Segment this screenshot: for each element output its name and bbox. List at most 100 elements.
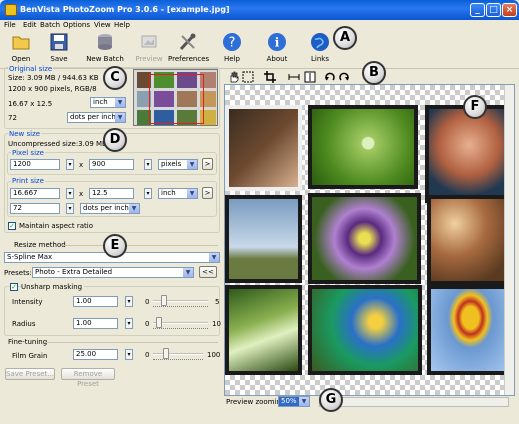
divider	[62, 245, 218, 246]
horizontal-scrollbar[interactable]	[319, 397, 509, 407]
resize-method-value: S-Spline Max	[7, 253, 53, 261]
pixel-size-apply-button[interactable]: >	[202, 158, 213, 170]
pixel-width-input[interactable]: 1200	[10, 159, 60, 170]
film-grain-label: Film Grain	[12, 352, 48, 360]
menu-edit[interactable]: Edit	[23, 21, 37, 29]
preview-toolbar	[224, 70, 364, 84]
menu-file[interactable]: File	[4, 21, 16, 29]
fit-height-icon[interactable]	[304, 71, 316, 83]
presets-select[interactable]: Photo - Extra Detailed ▼	[32, 267, 194, 278]
remove-preset-button[interactable]: Remove Preset	[61, 368, 115, 388]
crop-icon[interactable]	[264, 71, 276, 83]
chevron-down-icon: ▼	[183, 268, 193, 277]
svg-text:?: ?	[229, 36, 236, 51]
hand-tool-icon[interactable]	[228, 71, 240, 83]
vertical-scrollbar[interactable]	[504, 85, 514, 395]
new-size-heading: New size	[8, 130, 42, 138]
radius-max: 10	[212, 320, 221, 328]
preview-button[interactable]: Preview	[134, 31, 164, 67]
help-button[interactable]: ? Help	[218, 31, 246, 67]
print-width-input[interactable]: 16.667	[10, 188, 60, 199]
photo-wedding	[225, 105, 302, 191]
film-grain-spinner[interactable]: ▾	[125, 349, 133, 360]
film-grain-slider-track[interactable]	[153, 353, 203, 355]
preferences-button[interactable]: Preferences	[168, 31, 209, 67]
maintain-aspect-label: Maintain aspect ratio	[19, 222, 93, 230]
selection-tool-icon[interactable]	[242, 71, 254, 83]
finetuning-heading: Fine-tuning	[8, 338, 48, 346]
fit-width-icon[interactable]	[288, 71, 300, 83]
print-resolution-input[interactable]: 72	[10, 203, 60, 214]
menu-help[interactable]: Help	[114, 21, 130, 29]
preview-label: Preview	[135, 55, 163, 63]
maximize-button[interactable]: □	[486, 3, 501, 17]
pixel-height-input[interactable]: 900	[89, 159, 134, 170]
uncompressed-size: Uncompressed size:3.09 MB	[8, 140, 107, 148]
print-width-spinner[interactable]: ▾	[66, 188, 74, 199]
print-height-input[interactable]: 12.5	[89, 188, 134, 199]
film-grain-input[interactable]: 25.00	[73, 349, 118, 360]
film-grain-min: 0	[145, 351, 150, 359]
new-batch-button[interactable]: New Batch	[82, 31, 128, 67]
chevron-down-icon: ▼	[129, 204, 139, 213]
original-dims: 16.67 x 12.5	[8, 100, 53, 108]
print-unit-select[interactable]: inch ▼	[158, 188, 198, 199]
original-unit-select[interactable]: inch ▼	[90, 97, 126, 108]
floppy-icon	[50, 33, 68, 51]
menu-options[interactable]: Options	[63, 21, 90, 29]
preview-zoom-value: 50%	[281, 397, 297, 405]
intensity-label: Intensity	[12, 298, 43, 306]
intensity-max: 5	[215, 298, 220, 306]
intensity-input[interactable]: 1.00	[73, 296, 118, 307]
photo-waterdrop	[308, 105, 418, 189]
preview-canvas[interactable]	[224, 84, 515, 396]
radius-input[interactable]: 1.00	[73, 318, 118, 329]
print-height-spinner[interactable]: ▾	[144, 188, 152, 199]
film-grain-slider-thumb[interactable]	[162, 348, 169, 359]
database-icon	[98, 34, 112, 50]
minimize-button[interactable]: _	[470, 3, 485, 17]
photo-windmill	[225, 195, 302, 283]
original-res-unit-select[interactable]: dots per inch ▼	[67, 112, 126, 123]
title-bar: BenVista PhotoZoom Pro 3.0.6 - [example.…	[0, 0, 519, 20]
callout-e: E	[103, 234, 127, 258]
rotate-left-icon[interactable]	[324, 71, 336, 83]
save-button[interactable]: Save	[44, 31, 74, 67]
rotate-right-icon[interactable]	[338, 71, 350, 83]
help-icon: ?	[223, 33, 241, 51]
thumbnail-navigator[interactable]	[133, 69, 218, 126]
print-resolution-spinner[interactable]: ▾	[66, 203, 74, 214]
preview-zoom-select[interactable]: 50% ▼	[278, 396, 310, 407]
menu-view[interactable]: View	[94, 21, 111, 29]
folder-icon	[12, 36, 30, 50]
intensity-spinner[interactable]: ▾	[125, 296, 133, 307]
window-title: BenVista PhotoZoom Pro 3.0.6 - [example.…	[20, 5, 230, 14]
save-preset-button[interactable]: Save Preset...	[5, 368, 55, 380]
maintain-aspect-checkbox[interactable]: ✓	[8, 222, 16, 230]
chevron-down-icon: ▼	[115, 98, 125, 107]
print-res-unit-select[interactable]: dots per inch ▼	[80, 203, 140, 214]
radius-slider-thumb[interactable]	[155, 317, 162, 328]
status-bar: Preview zooming: 50% ▼	[224, 396, 515, 410]
callout-a: A	[333, 26, 357, 50]
presets-expand-button[interactable]: <<	[199, 266, 217, 278]
navigator-viewport[interactable]	[149, 74, 204, 124]
radius-spinner[interactable]: ▾	[125, 318, 133, 329]
close-button[interactable]: ×	[502, 3, 517, 17]
chevron-down-icon: ▼	[209, 253, 219, 262]
links-label: Links	[311, 55, 329, 63]
about-button[interactable]: i About	[262, 31, 292, 67]
links-button[interactable]: Links	[306, 31, 334, 67]
print-size-apply-button[interactable]: >	[202, 187, 213, 199]
intensity-min: 0	[145, 298, 150, 306]
info-icon: i	[268, 33, 286, 51]
menu-batch[interactable]: Batch	[40, 21, 60, 29]
pixel-width-spinner[interactable]: ▾	[66, 159, 74, 170]
pixel-unit-value: pixels	[161, 160, 182, 168]
callout-g: G	[319, 388, 343, 412]
pixel-height-spinner[interactable]: ▾	[144, 159, 152, 170]
open-button[interactable]: Open	[6, 31, 36, 67]
intensity-slider-thumb[interactable]	[161, 295, 167, 306]
pixel-unit-select[interactable]: pixels ▼	[158, 159, 198, 170]
unsharp-checkbox[interactable]: ✓	[10, 283, 18, 291]
